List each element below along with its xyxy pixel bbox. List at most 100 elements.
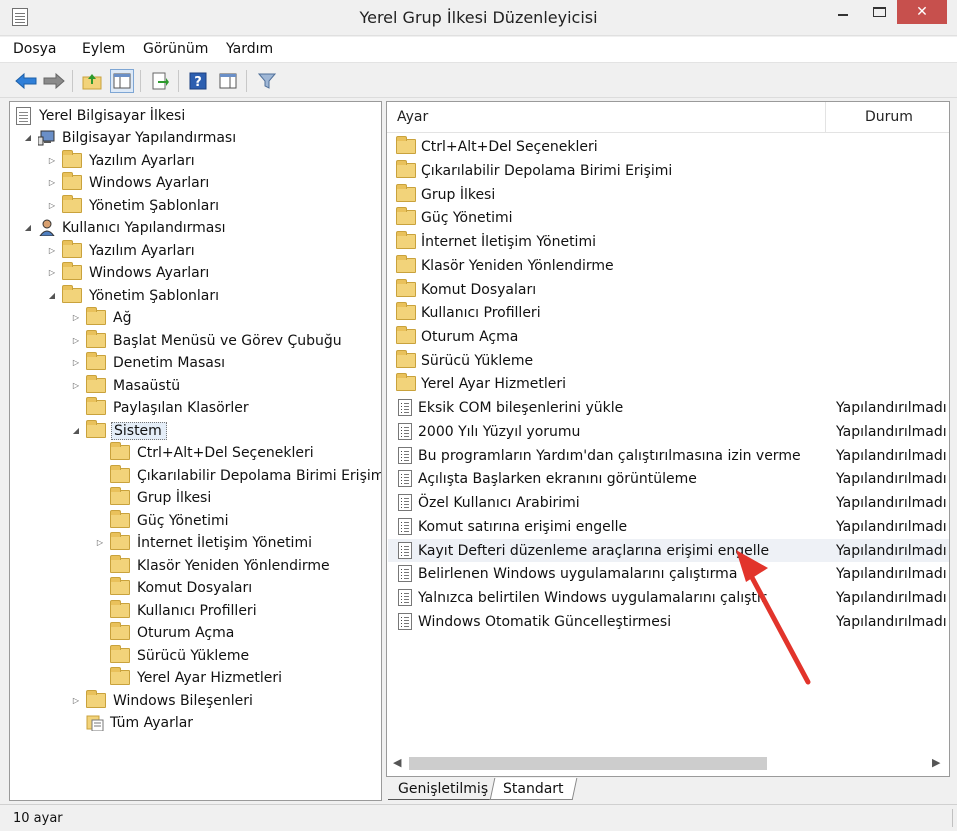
help-button[interactable]: ? [186, 69, 210, 93]
collapsed-triangle-icon[interactable]: ▷ [46, 267, 58, 279]
list-setting-item[interactable]: Komut satırına erişimi engelle Yapılandır… [388, 515, 949, 538]
column-header-setting[interactable]: Ayar [387, 102, 826, 133]
tree-item[interactable]: Sürücü Yükleme [94, 645, 249, 666]
tree-item[interactable]: ▷ Windows Bileşenleri [70, 690, 253, 711]
status-bar: 10 ayar [0, 804, 957, 831]
list-folder-item[interactable]: Ctrl+Alt+Del Seçenekleri [388, 135, 949, 158]
tree-user-configuration[interactable]: ◢ Kullanıcı Yapılandırması [22, 217, 226, 238]
tree-item[interactable]: ▷ Windows Ayarları [46, 262, 209, 283]
tree-item[interactable]: ◢ Yönetim Şablonları [46, 285, 219, 306]
back-button[interactable] [14, 69, 38, 93]
list-folder-item[interactable]: Güç Yönetimi [388, 206, 949, 229]
maximize-icon [872, 7, 886, 17]
up-one-level-button[interactable] [80, 69, 104, 93]
list-folder-item[interactable]: Kullanıcı Profilleri [388, 301, 949, 324]
folder-icon [62, 172, 82, 190]
tree-item[interactable]: Grup İlkesi [94, 487, 211, 508]
show-hide-tree-button[interactable] [110, 69, 134, 93]
folder-icon [396, 231, 416, 249]
tree-item[interactable]: Güç Yönetimi [94, 510, 229, 531]
menu-view[interactable]: Görünüm [143, 41, 208, 57]
tree-item[interactable]: Ctrl+Alt+Del Seçenekleri [94, 442, 314, 463]
menu-help[interactable]: Yardım [226, 41, 273, 57]
maximize-button[interactable] [861, 0, 897, 24]
tree-item[interactable]: ▷ Yazılım Ayarları [46, 240, 195, 261]
scroll-left-icon[interactable]: ◀ [393, 756, 401, 769]
column-header-state[interactable]: Durum [826, 102, 949, 133]
tree-item[interactable]: ▷ İnternet İletişim Yönetimi [94, 532, 312, 553]
tree-item[interactable]: Paylaşılan Klasörler [70, 397, 249, 418]
scroll-thumb[interactable] [409, 757, 767, 770]
tree-item-selected[interactable]: ◢ Sistem [70, 420, 167, 441]
tree-item[interactable]: ▷ Yazılım Ayarları [46, 150, 195, 171]
tab-standard[interactable]: Standart [489, 778, 577, 800]
horizontal-scrollbar[interactable]: ◀ ▶ [386, 752, 950, 775]
scroll-right-icon[interactable]: ▶ [932, 756, 940, 769]
list-folder-item[interactable]: İnternet İletişim Yönetimi [388, 230, 949, 253]
show-hide-action-pane-button[interactable] [216, 69, 240, 93]
collapsed-triangle-icon[interactable]: ▷ [46, 155, 58, 167]
collapsed-triangle-icon[interactable]: ▷ [70, 312, 82, 324]
settings-list: Ayar Durum Ctrl+Alt+Del Seçenekleri Çıka… [386, 101, 950, 777]
list-folder-item[interactable]: Yerel Ayar Hizmetleri [388, 372, 949, 395]
collapsed-triangle-icon[interactable]: ▷ [46, 245, 58, 257]
forward-button[interactable] [42, 69, 66, 93]
tree-item[interactable]: Kullanıcı Profilleri [94, 600, 257, 621]
folder-icon [86, 352, 106, 370]
filter-button[interactable] [255, 69, 279, 93]
folder-icon [62, 150, 82, 168]
collapsed-triangle-icon[interactable]: ▷ [70, 357, 82, 369]
tree-root[interactable]: Yerel Bilgisayar İlkesi [16, 105, 185, 126]
list-setting-item[interactable]: Açılışta Başlarken ekranını görüntüleme Y… [388, 467, 949, 490]
collapsed-triangle-icon[interactable]: ▷ [46, 177, 58, 189]
list-setting-item-highlighted[interactable]: Kayıt Defteri düzenleme araçlarına erişi… [388, 539, 949, 562]
tree-item[interactable]: Çıkarılabilir Depolama Birimi Erişimi [94, 465, 381, 486]
list-folder-item[interactable]: Klasör Yeniden Yönlendirme [388, 254, 949, 277]
tree-item[interactable]: Oturum Açma [94, 622, 234, 643]
expanded-triangle-icon[interactable]: ◢ [70, 425, 82, 437]
collapsed-triangle-icon[interactable]: ▷ [46, 200, 58, 212]
tree-item[interactable]: ▷ Windows Ayarları [46, 172, 209, 193]
close-button[interactable]: ✕ [897, 0, 947, 24]
expanded-triangle-icon[interactable]: ◢ [46, 290, 58, 302]
list-setting-item[interactable]: Bu programların Yardım'dan çalıştırılmas… [388, 444, 949, 467]
tree-item[interactable]: Yerel Ayar Hizmetleri [94, 667, 282, 688]
tree-computer-configuration[interactable]: ◢ Bilgisayar Yapılandırması [22, 127, 236, 148]
list-setting-item[interactable]: Özel Kullanıcı Arabirimi Yapılandırılmadı [388, 491, 949, 514]
tab-extended[interactable]: Genişletilmiş [388, 778, 499, 800]
folder-icon [86, 375, 106, 393]
minimize-button[interactable] [825, 0, 861, 24]
collapsed-triangle-icon[interactable]: ▷ [94, 537, 106, 549]
list-folder-item[interactable]: Komut Dosyaları [388, 278, 949, 301]
list-setting-item[interactable]: 2000 Yılı Yüzyıl yorumu Yapılandırılmadı [388, 420, 949, 443]
tree-item[interactable]: ▷ Denetim Masası [70, 352, 225, 373]
folder-icon [110, 577, 130, 595]
minimize-icon [838, 14, 848, 16]
tree-item[interactable]: Klasör Yeniden Yönlendirme [94, 555, 330, 576]
expanded-triangle-icon[interactable]: ◢ [22, 222, 34, 234]
view-tabs: Genişletilmiş Standart [386, 778, 950, 802]
collapsed-triangle-icon[interactable]: ▷ [70, 380, 82, 392]
folder-icon [396, 279, 416, 297]
menu-file[interactable]: Dosya [13, 41, 57, 57]
list-folder-item[interactable]: Oturum Açma [388, 325, 949, 348]
collapsed-triangle-icon[interactable]: ▷ [70, 335, 82, 347]
tree-item[interactable]: ▷ Yönetim Şablonları [46, 195, 219, 216]
list-setting-item[interactable]: Belirlenen Windows uygulamalarını çalışt… [388, 562, 949, 585]
tree-item[interactable]: ▷ Masaüstü [70, 375, 180, 396]
collapsed-triangle-icon[interactable]: ▷ [70, 695, 82, 707]
tree-item-all-settings[interactable]: Tüm Ayarlar [70, 712, 193, 733]
tree-item[interactable]: ▷ Başlat Menüsü ve Görev Çubuğu [70, 330, 342, 351]
list-setting-item[interactable]: Eksik COM bileşenlerini yükle Yapılandırı… [388, 396, 949, 419]
list-folder-item[interactable]: Çıkarılabilir Depolama Birimi Erişimi [388, 159, 949, 182]
tree-item[interactable]: ▷ Ağ [70, 307, 131, 328]
list-folder-item[interactable]: Grup İlkesi [388, 183, 949, 206]
tree-item[interactable]: Komut Dosyaları [94, 577, 252, 598]
export-list-button[interactable] [148, 69, 172, 93]
list-setting-item[interactable]: Windows Otomatik Güncelleştirmesi Yapılan… [388, 610, 949, 633]
expanded-triangle-icon[interactable]: ◢ [22, 132, 34, 144]
folder-icon [62, 195, 82, 213]
list-setting-item[interactable]: Yalnızca belirtilen Windows uygulamaları… [388, 586, 949, 609]
list-folder-item[interactable]: Sürücü Yükleme [388, 349, 949, 372]
menu-action[interactable]: Eylem [82, 41, 125, 57]
